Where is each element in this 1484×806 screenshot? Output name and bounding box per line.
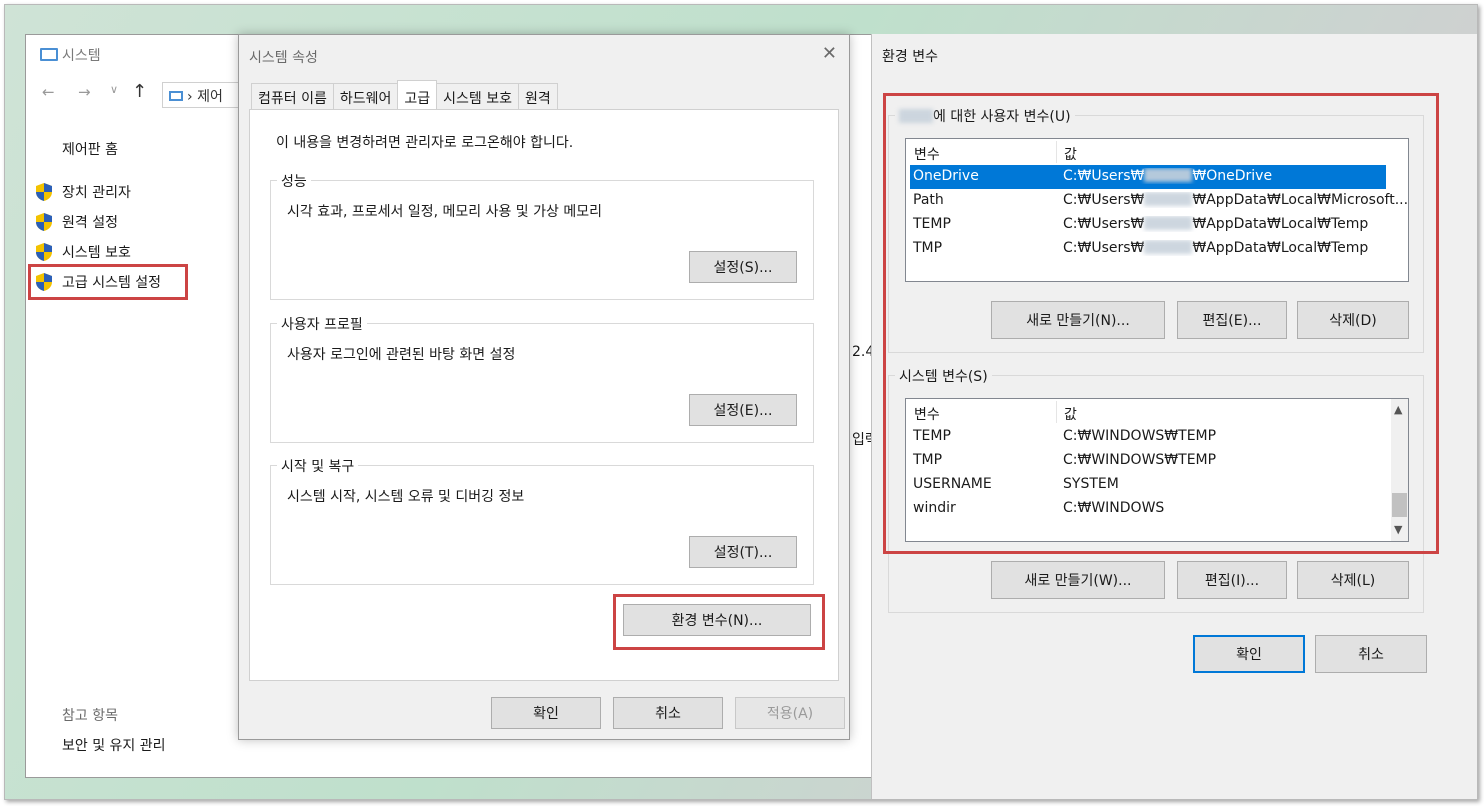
startup-recovery-group: 시작 및 복구 시스템 시작, 시스템 오류 및 디버깅 정보 설정(T)...: [270, 456, 814, 585]
system-new-button[interactable]: 새로 만들기(W)...: [991, 561, 1165, 599]
highlight-env-lists: [883, 93, 1439, 554]
env-cancel-button[interactable]: 취소: [1315, 635, 1427, 673]
security-maintenance-link[interactable]: 보안 및 유지 관리: [62, 735, 166, 755]
highlight-advanced-settings: [28, 264, 188, 300]
dialog-title: 환경 변수: [882, 49, 938, 65]
tab-advanced[interactable]: 고급: [397, 80, 438, 109]
user-profile-description: 사용자 로그인에 관련된 바탕 화면 설정: [287, 347, 516, 363]
system-window-title: 시스템: [40, 45, 101, 65]
tab-bar: 컴퓨터 이름 하드웨어 고급 시스템 보호 원격: [251, 80, 558, 109]
computer-icon: [40, 48, 58, 61]
environment-variables-dialog: 환경 변수 에 대한 사용자 변수(U) 변수 값 OneDrive C:₩Us…: [871, 34, 1477, 799]
forward-arrow-icon[interactable]: →: [78, 83, 91, 101]
performance-settings-button[interactable]: 설정(S)...: [689, 251, 797, 283]
startup-settings-button[interactable]: 설정(T)...: [689, 536, 797, 568]
env-ok-button[interactable]: 확인: [1193, 635, 1305, 673]
back-arrow-icon[interactable]: ←: [42, 83, 55, 101]
tab-computer-name[interactable]: 컴퓨터 이름: [251, 83, 334, 109]
shield-icon: [36, 183, 52, 201]
sidebar-item-label: 장치 관리자: [62, 185, 131, 201]
breadcrumb[interactable]: 제어: [197, 89, 223, 105]
tab-remote[interactable]: 원격: [518, 83, 558, 109]
system-edit-button[interactable]: 편집(I)...: [1177, 561, 1287, 599]
up-arrow-icon[interactable]: ↑: [132, 81, 147, 102]
profile-settings-button[interactable]: 설정(E)...: [689, 394, 797, 426]
screenshot-frame: 시스템 ← → ∨ ↑ › 제어 제어판 홈 장치 관리자 원격 설정 시스템 …: [4, 4, 1478, 800]
cancel-button[interactable]: 취소: [613, 697, 723, 729]
sidebar-item-label: 원격 설정: [62, 215, 118, 231]
see-also-heading: 참고 항목: [62, 708, 118, 724]
sidebar-item-label: 시스템 보호: [62, 245, 131, 261]
user-profile-legend: 사용자 프로필: [277, 314, 367, 334]
startup-recovery-legend: 시작 및 복구: [277, 456, 359, 476]
performance-legend: 성능: [277, 171, 311, 191]
control-panel-home-link[interactable]: 제어판 홈: [62, 139, 118, 159]
startup-recovery-description: 시스템 시작, 시스템 오류 및 디버깅 정보: [287, 489, 525, 505]
ok-button[interactable]: 확인: [491, 697, 601, 729]
highlight-env-button: [613, 594, 825, 650]
sidebar-item-system-protection[interactable]: 시스템 보호: [34, 240, 131, 264]
apply-button[interactable]: 적용(A): [735, 697, 845, 729]
recent-chevron-icon[interactable]: ∨: [110, 83, 118, 96]
admin-notice: 이 내용을 변경하려면 관리자로 로그온해야 합니다.: [276, 135, 574, 151]
close-icon[interactable]: ✕: [822, 43, 837, 64]
breadcrumb-separator-icon: ›: [187, 89, 193, 105]
advanced-tab-page: 이 내용을 변경하려면 관리자로 로그온해야 합니다. 성능 시각 효과, 프로…: [249, 109, 839, 681]
system-properties-dialog: 시스템 속성 ✕ 컴퓨터 이름 하드웨어 고급 시스템 보호 원격 이 내용을 …: [238, 34, 850, 740]
sidebar-item-device-manager[interactable]: 장치 관리자: [34, 180, 131, 204]
dialog-title: 시스템 속성: [249, 50, 318, 66]
system-delete-button[interactable]: 삭제(L): [1297, 561, 1409, 599]
tab-hardware[interactable]: 하드웨어: [332, 83, 399, 109]
tab-system-protection[interactable]: 시스템 보호: [436, 83, 520, 109]
shield-icon: [36, 243, 52, 261]
sidebar-item-remote-settings[interactable]: 원격 설정: [34, 210, 118, 234]
performance-description: 시각 효과, 프로세서 일정, 메모리 사용 및 가상 메모리: [287, 204, 602, 220]
user-profile-group: 사용자 프로필 사용자 로그인에 관련된 바탕 화면 설정 설정(E)...: [270, 314, 814, 443]
performance-group: 성능 시각 효과, 프로세서 일정, 메모리 사용 및 가상 메모리 설정(S)…: [270, 171, 814, 300]
computer-icon: [169, 91, 183, 101]
shield-icon: [36, 213, 52, 231]
